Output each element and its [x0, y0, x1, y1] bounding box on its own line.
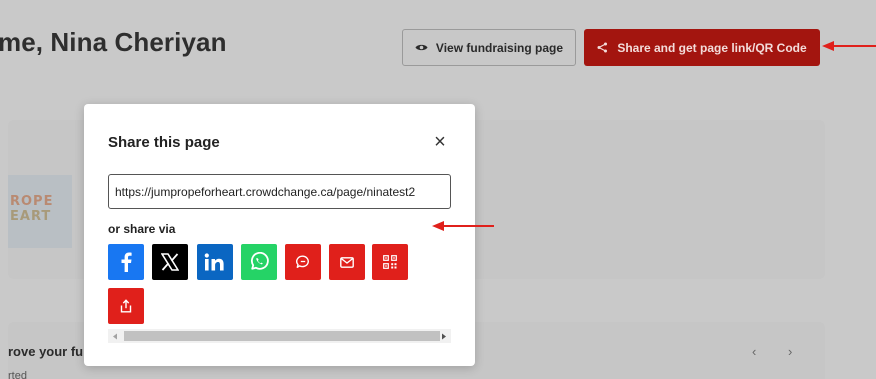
x-icon: [161, 253, 179, 271]
improve-card-subtitle: rted: [8, 370, 27, 379]
share-x-button[interactable]: [152, 244, 188, 280]
chevron-right-icon[interactable]: ›: [788, 344, 792, 359]
whatsapp-icon: [250, 252, 269, 270]
chat-bubble-icon: [296, 255, 309, 268]
close-icon[interactable]: ×: [430, 132, 450, 152]
share-qr-code-button[interactable]: [372, 244, 408, 280]
share-page-link-button[interactable]: Share and get page link/QR Code: [584, 29, 820, 66]
share-facebook-button[interactable]: [108, 244, 144, 280]
view-fundraising-page-button[interactable]: View fundraising page: [402, 29, 576, 66]
annotation-arrow-middle: [432, 221, 494, 231]
horizontal-scrollbar[interactable]: [108, 329, 451, 343]
share-email-button[interactable]: [329, 244, 365, 280]
eye-icon: [415, 44, 428, 51]
share-via-label: or share via: [108, 222, 176, 236]
event-logo: ROPE EART: [8, 175, 72, 248]
share-upload-icon: [120, 299, 132, 313]
view-fundraising-page-label: View fundraising page: [435, 40, 564, 55]
improve-card-title: rove your fu: [8, 344, 84, 359]
qr-code-icon: [383, 255, 397, 269]
chevron-left-icon[interactable]: ‹: [752, 344, 756, 359]
share-native-button[interactable]: [108, 288, 144, 324]
page-title: me, Nina Cheriyan: [0, 27, 227, 57]
mail-icon: [340, 256, 354, 268]
share-linkedin-button[interactable]: [197, 244, 233, 280]
share-icon: [597, 42, 608, 53]
modal-title: Share this page: [108, 134, 220, 151]
share-page-link-label: Share and get page link/QR Code: [617, 40, 807, 55]
linkedin-icon: [204, 253, 224, 271]
share-modal: Share this page × or share via: [84, 104, 475, 366]
scroll-right-icon[interactable]: [437, 329, 451, 343]
share-message-button[interactable]: [285, 244, 321, 280]
facebook-icon: [121, 252, 132, 272]
share-url-field[interactable]: [108, 174, 451, 209]
scrollbar-thumb[interactable]: [124, 331, 440, 341]
scroll-left-icon[interactable]: [108, 329, 122, 343]
annotation-arrow-top: [822, 41, 876, 51]
share-whatsapp-button[interactable]: [241, 244, 277, 280]
